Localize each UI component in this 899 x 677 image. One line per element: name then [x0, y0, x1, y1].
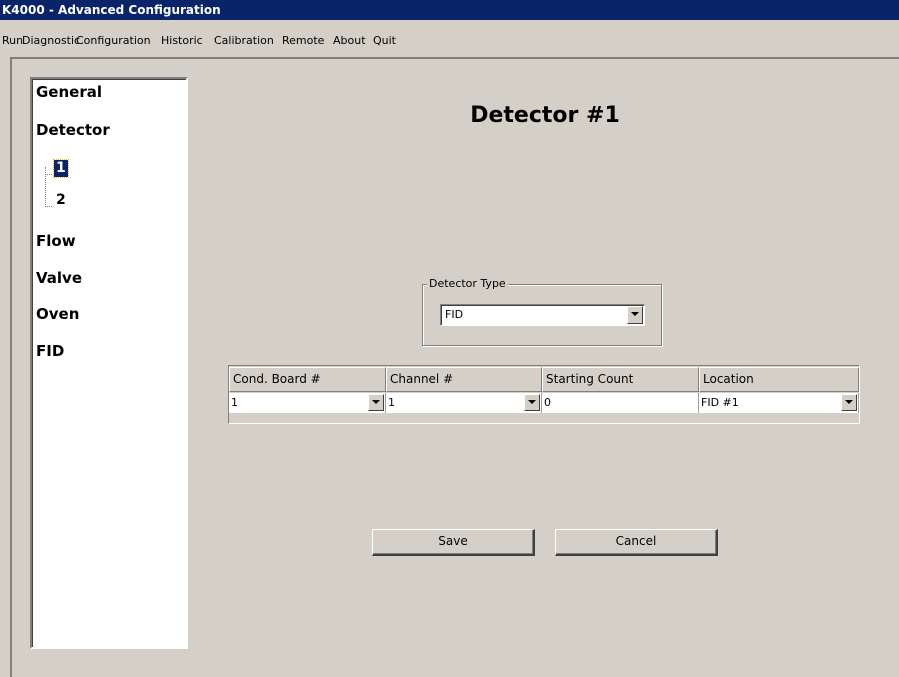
column-header-location: Location [699, 367, 859, 392]
tree-item-detector[interactable]: Detector [36, 121, 110, 139]
tree-item-oven[interactable]: Oven [36, 305, 79, 323]
detector-type-dropdown[interactable]: FID [440, 304, 645, 326]
cond-board-value: 1 [231, 396, 238, 409]
chevron-down-icon[interactable] [524, 394, 540, 411]
navigation-tree[interactable]: General Detector 1 2 Flow Valve Oven FID [30, 77, 188, 649]
column-header-starting-count: Starting Count [542, 367, 699, 392]
grid-empty-area [229, 414, 859, 423]
chevron-down-icon[interactable] [368, 394, 384, 411]
detector-type-value: FID [445, 308, 464, 321]
starting-count-cell[interactable]: 0 [542, 393, 699, 413]
column-header-cond-board: Cond. Board # [229, 367, 386, 392]
detector-settings-grid: Cond. Board # Channel # Starting Count L… [228, 365, 860, 424]
tree-item-detector-1[interactable]: 1 [53, 159, 69, 178]
detector-type-label: Detector Type [427, 277, 508, 291]
menu-diagnostic[interactable]: Diagnostic [22, 33, 80, 49]
cancel-button[interactable]: Cancel [555, 529, 718, 556]
channel-cell[interactable]: 1 [386, 393, 542, 413]
tree-item-valve[interactable]: Valve [36, 269, 82, 287]
tree-item-general[interactable]: General [36, 83, 102, 101]
menu-quit[interactable]: Quit [373, 33, 396, 49]
page-title: Detector #1 [470, 103, 620, 128]
tree-item-detector-2[interactable]: 2 [56, 192, 66, 209]
menu-run[interactable]: Run [2, 33, 23, 49]
menu-about[interactable]: About [333, 33, 366, 49]
location-cell[interactable]: FID #1 [699, 393, 859, 413]
tree-connector [45, 206, 52, 207]
save-button[interactable]: Save [372, 529, 535, 556]
tree-item-fid[interactable]: FID [36, 342, 64, 360]
channel-value: 1 [388, 396, 395, 409]
menu-remote[interactable]: Remote [282, 33, 324, 49]
column-header-channel: Channel # [386, 367, 542, 392]
menu-configuration[interactable]: Configuration [76, 33, 151, 49]
starting-count-value: 0 [544, 396, 551, 409]
location-value: FID #1 [701, 396, 739, 409]
menu-calibration[interactable]: Calibration [214, 33, 274, 49]
tree-item-flow[interactable]: Flow [36, 232, 76, 250]
cond-board-cell[interactable]: 1 [229, 393, 386, 413]
tree-connector [45, 174, 52, 175]
tree-connector [45, 167, 46, 207]
menu-historic[interactable]: Historic [161, 33, 203, 49]
chevron-down-icon[interactable] [841, 394, 857, 411]
chevron-down-icon[interactable] [627, 306, 643, 324]
window-title: K4000 - Advanced Configuration [0, 0, 899, 20]
